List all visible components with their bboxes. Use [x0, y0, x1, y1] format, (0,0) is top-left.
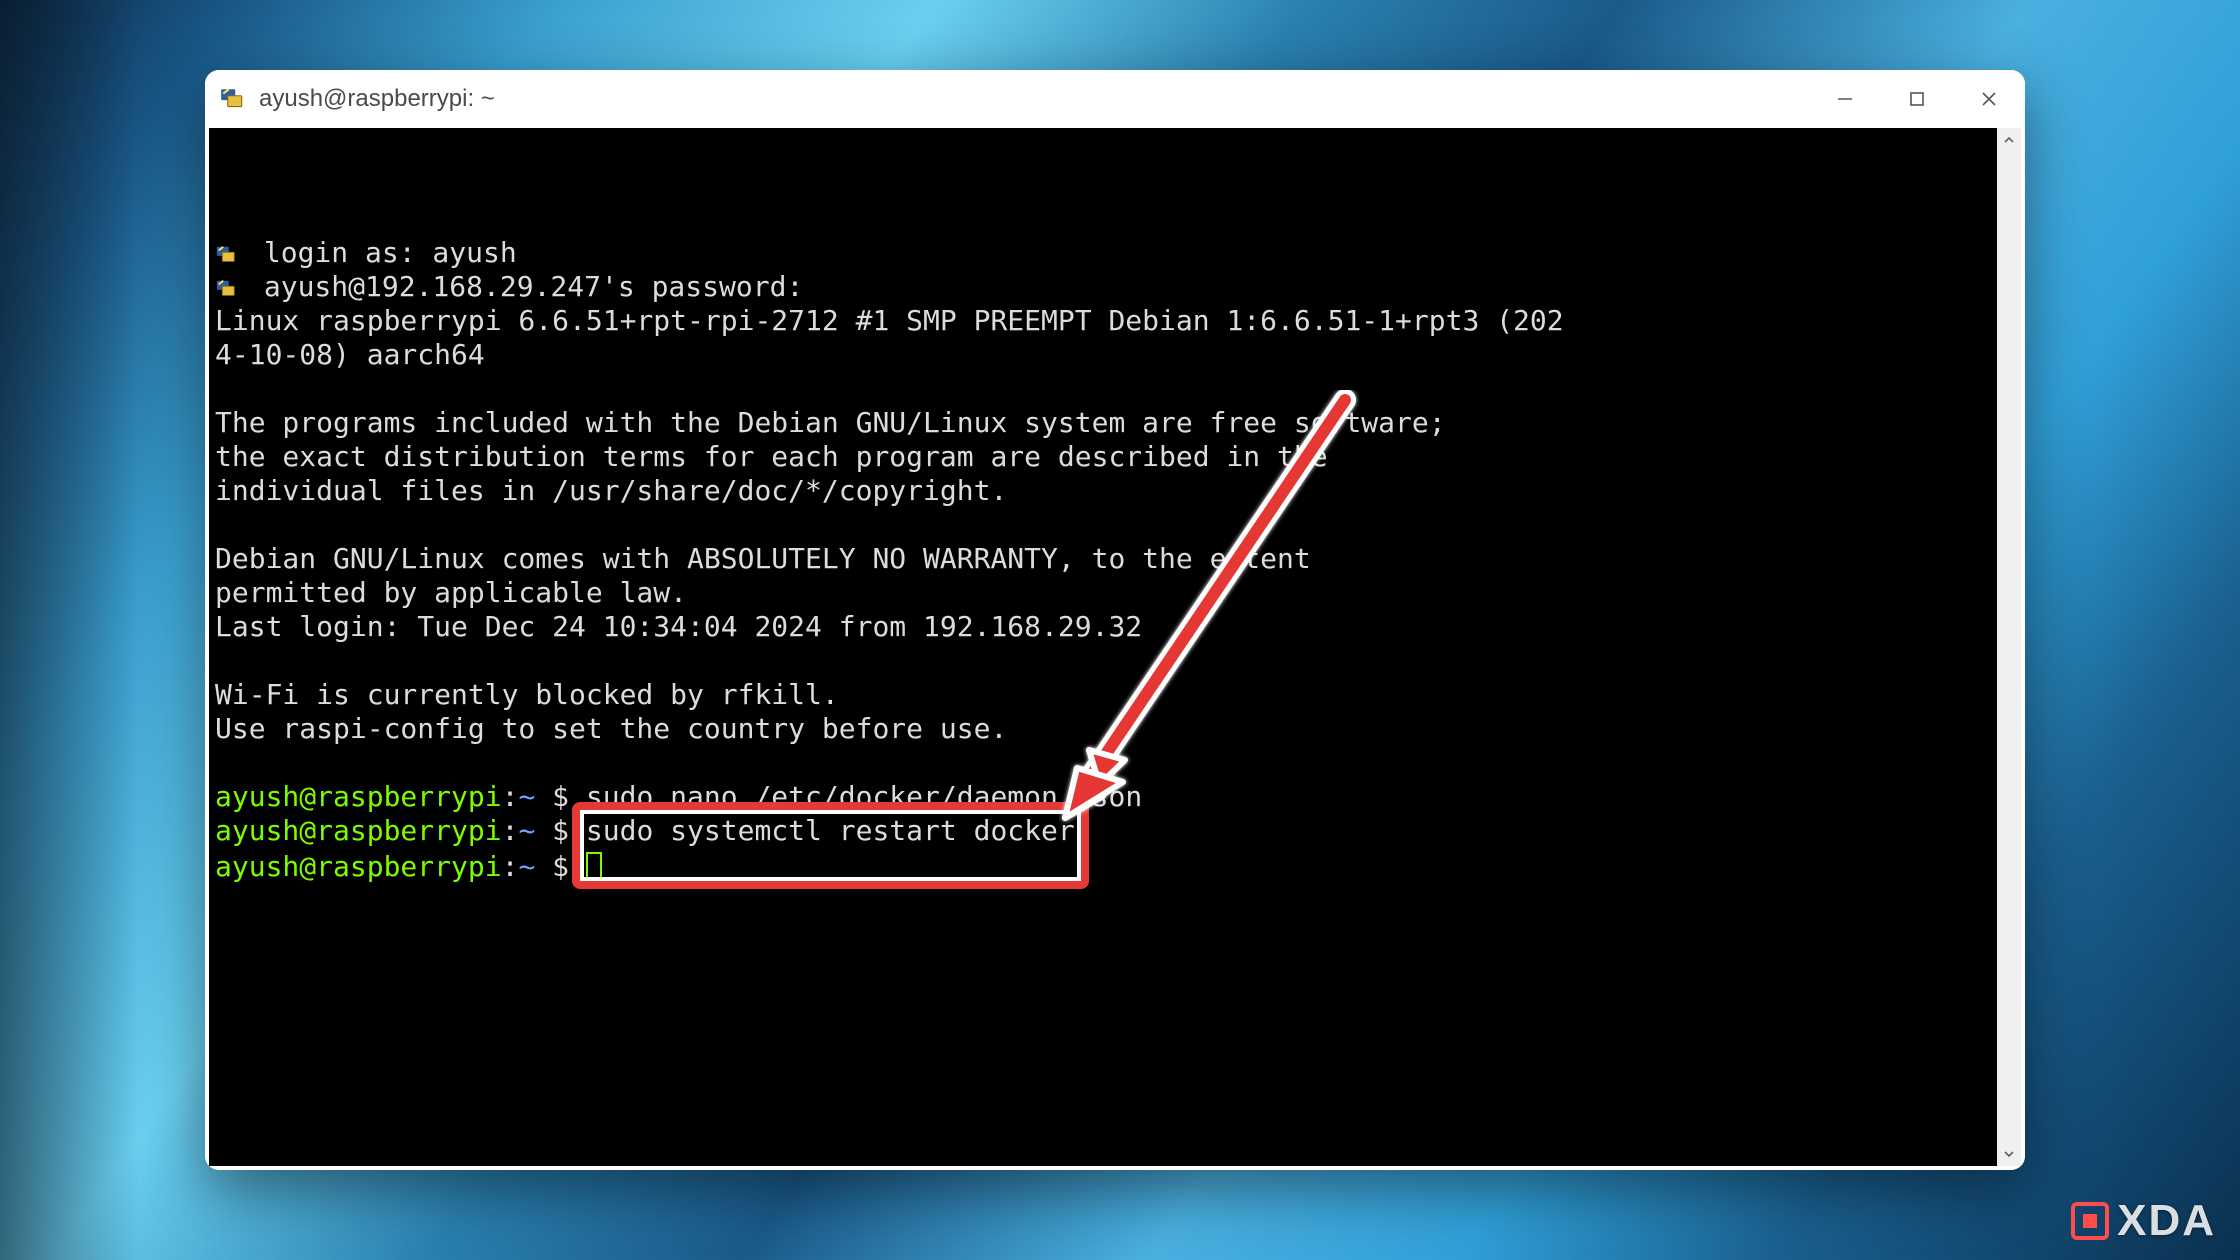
- window-title: ayush@raspberrypi: ~: [259, 85, 495, 113]
- minimize-button[interactable]: [1809, 70, 1881, 128]
- prompt-symbol: $: [552, 814, 586, 847]
- wifi-line: Wi-Fi is currently blocked by rfkill.: [215, 678, 1989, 712]
- prompt-host: ayush@raspberrypi: [215, 780, 502, 813]
- background-shadow: [0, 0, 140, 1260]
- terminal-line: [215, 644, 1989, 678]
- terminal-line: [215, 508, 1989, 542]
- terminal[interactable]: login as: ayush ayush@192.168.29.247's p…: [209, 128, 1997, 1166]
- terminal-line: [215, 372, 1989, 406]
- warranty-line: permitted by applicable law.: [215, 576, 1989, 610]
- scrollbar[interactable]: [1997, 128, 2021, 1166]
- terminal-line: [215, 746, 1989, 780]
- motd-line: individual files in /usr/share/doc/*/cop…: [215, 474, 1989, 508]
- motd-line: The programs included with the Debian GN…: [215, 406, 1989, 440]
- watermark-icon: [2069, 1200, 2111, 1242]
- close-button[interactable]: [1953, 70, 2025, 128]
- last-login-line: Last login: Tue Dec 24 10:34:04 2024 fro…: [215, 610, 1989, 644]
- kernel-line: Linux raspberrypi 6.6.51+rpt-rpi-2712 #1…: [215, 304, 1989, 338]
- warranty-line: Debian GNU/Linux comes with ABSOLUTELY N…: [215, 542, 1989, 576]
- prompt-symbol: $: [552, 850, 586, 883]
- prompt-symbol: $: [552, 780, 586, 813]
- putty-icon: [219, 86, 245, 112]
- putty-line-icon: [215, 274, 237, 296]
- password-line: ayush@192.168.29.247's password:: [215, 270, 1989, 304]
- prompt-host: ayush@raspberrypi: [215, 850, 502, 883]
- login-line: login as: ayush: [215, 236, 1989, 270]
- watermark: XDA: [2069, 1196, 2216, 1246]
- maximize-button[interactable]: [1881, 70, 1953, 128]
- command-text: sudo systemctl restart docker: [586, 814, 1075, 847]
- watermark-text: XDA: [2117, 1196, 2216, 1246]
- scroll-up-arrow[interactable]: [1997, 128, 2021, 152]
- scroll-down-arrow[interactable]: [1997, 1142, 2021, 1166]
- prompt-line: ayush@raspberrypi:~ $ sudo nano /etc/doc…: [215, 780, 1989, 814]
- command-text: sudo nano /etc/docker/daemon.json: [586, 780, 1142, 813]
- terminal-container: login as: ayush ayush@192.168.29.247's p…: [205, 128, 2025, 1170]
- wifi-line: Use raspi-config to set the country befo…: [215, 712, 1989, 746]
- window-controls: [1809, 70, 2025, 128]
- prompt-line: ayush@raspberrypi:~ $ sudo systemctl res…: [215, 814, 1989, 848]
- putty-line-icon: [215, 240, 237, 262]
- prompt-path: ~: [518, 814, 552, 847]
- prompt-path: ~: [518, 850, 552, 883]
- kernel-line: 4-10-08) aarch64: [215, 338, 1989, 372]
- motd-line: the exact distribution terms for each pr…: [215, 440, 1989, 474]
- prompt-host: ayush@raspberrypi: [215, 814, 502, 847]
- prompt-line: ayush@raspberrypi:~ $: [215, 848, 1989, 884]
- putty-window: ayush@raspberrypi: ~ login as: ayush ayu…: [205, 70, 2025, 1170]
- cursor: [586, 852, 602, 880]
- prompt-path: ~: [518, 780, 552, 813]
- titlebar[interactable]: ayush@raspberrypi: ~: [205, 70, 2025, 128]
